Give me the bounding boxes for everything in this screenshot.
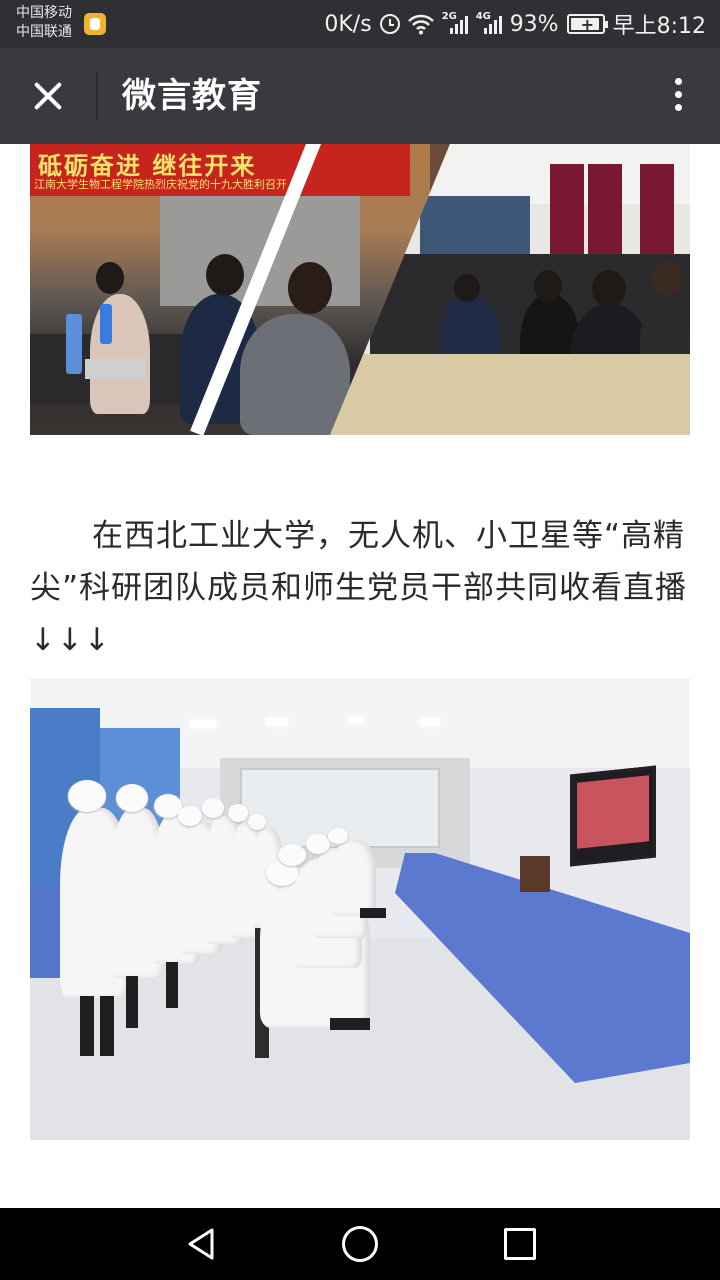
recent-apps-icon[interactable] — [504, 1228, 536, 1260]
banner-sub-text: 江南大学生物工程学院热烈庆祝党的十九大胜利召开 — [34, 178, 287, 191]
article-paragraph: 在西北工业大学，无人机、小卫星等“高精尖”科研团队成员和师生党员干部共同收看直播… — [30, 518, 688, 658]
signal-icon-1: 2G — [442, 11, 468, 35]
home-icon[interactable] — [342, 1226, 378, 1262]
divider — [96, 72, 98, 120]
app-notification-icon — [84, 13, 106, 35]
signal-icon-2: 4G — [476, 11, 502, 35]
article-photo-meeting: 砥砺奋进 继往开来 江南大学生物工程学院热烈庆祝党的十九大胜利召开 — [30, 144, 690, 435]
net-speed: 0K/s — [324, 11, 372, 37]
close-icon[interactable] — [20, 68, 76, 124]
back-icon[interactable] — [184, 1226, 220, 1262]
status-bar: 中国移动 中国联通 0K/s 2G 4G 93% + 早上8:12 — [0, 0, 720, 48]
wifi-icon — [407, 14, 434, 35]
carrier-1: 中国移动 — [16, 5, 72, 21]
red-banner: 砥砺奋进 继往开来 江南大学生物工程学院热烈庆祝党的十九大胜利召开 — [30, 144, 410, 196]
carrier-2: 中国联通 — [16, 24, 72, 40]
article-photo-lab — [30, 678, 690, 1140]
carrier-info: 中国移动 中国联通 — [16, 4, 72, 42]
clock: 早上8:12 — [612, 14, 706, 39]
system-nav-bar — [0, 1208, 720, 1280]
more-vertical-icon[interactable] — [666, 74, 690, 118]
status-icons: 0K/s 2G 4G 93% + 早上8:12 — [316, 0, 706, 48]
alarm-icon — [379, 14, 400, 34]
battery-percent: 93% — [509, 11, 559, 37]
page-title: 微言教育 — [122, 76, 262, 116]
battery-charging-icon: + — [566, 14, 608, 34]
tv-screen — [570, 765, 656, 867]
article-content[interactable]: 砥砺奋进 继往开来 江南大学生物工程学院热烈庆祝党的十九大胜利召开 在西北工业大… — [0, 144, 720, 1208]
app-bar: 微言教育 — [0, 48, 720, 144]
